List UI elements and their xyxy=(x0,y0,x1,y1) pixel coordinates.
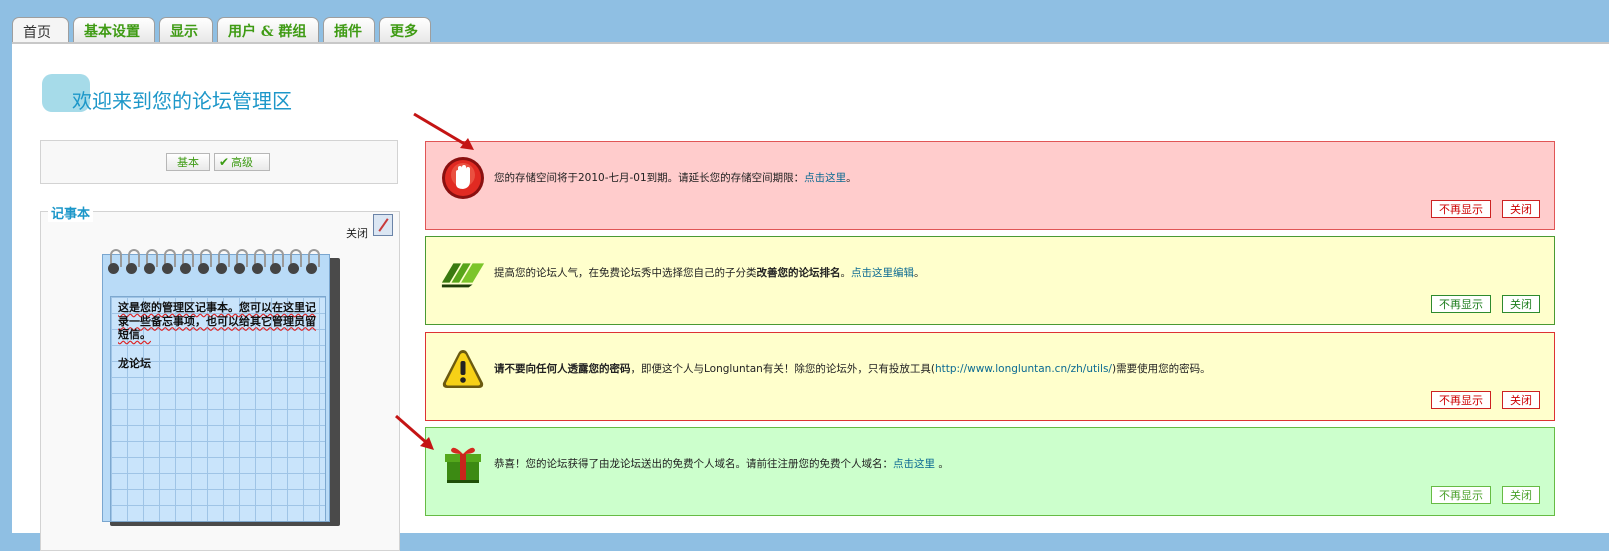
stop-hand-icon xyxy=(440,156,486,200)
annotation-arrow-icon xyxy=(413,112,474,150)
advanced-mode-button[interactable]: ✔ 高级 xyxy=(214,153,270,171)
dont-show-again-button[interactable]: 不再显示 xyxy=(1431,200,1491,218)
notice-link[interactable]: 点击这里编辑 xyxy=(851,267,914,279)
notice-free-domain: 恭喜！您的论坛获得了由龙论坛送出的免费个人域名。请前往注册您的免费个人域名：点击… xyxy=(425,427,1555,516)
notepad-close-label[interactable]: 关闭 xyxy=(346,225,368,241)
notepad-text[interactable]: 这是您的管理区记事本。您可以在这里记录一些备忘事项，也可以给其它管理员留短信。 xyxy=(118,301,323,342)
dont-show-again-button[interactable]: 不再显示 xyxy=(1431,295,1491,313)
tab-plugins[interactable]: 插件 xyxy=(323,17,375,44)
tab-basic-settings[interactable]: 基本设置 xyxy=(73,17,155,44)
close-button[interactable]: 关闭 xyxy=(1502,486,1540,504)
tab-display[interactable]: 显示 xyxy=(159,17,213,44)
close-button[interactable]: 关闭 xyxy=(1502,200,1540,218)
advanced-mode-label: 高级 xyxy=(231,156,254,169)
mode-switch-box: 基本 ✔ 高级 xyxy=(40,140,398,184)
tab-home[interactable]: 首页 xyxy=(12,17,69,45)
warning-icon xyxy=(440,347,486,391)
dont-show-again-button[interactable]: 不再显示 xyxy=(1431,486,1491,504)
notice-text: 您的存储空间将于2010-七月-01到期。请延长您的存储空间期限：点击这里。 xyxy=(494,172,857,184)
notice-storage-expiry: 您的存储空间将于2010-七月-01到期。请延长您的存储空间期限：点击这里。 不… xyxy=(425,141,1555,230)
page-title: 欢迎来到您的论坛管理区 xyxy=(72,89,292,113)
notice-link[interactable]: http://www.longluntan.cn/zh/utils/ xyxy=(935,363,1112,375)
gift-icon xyxy=(440,442,486,486)
notice-text: 恭喜！您的论坛获得了由龙论坛送出的免费个人域名。请前往注册您的免费个人域名：点击… xyxy=(494,458,949,470)
notepad-rings xyxy=(108,249,320,275)
dont-show-again-button[interactable]: 不再显示 xyxy=(1431,391,1491,409)
tab-users-groups[interactable]: 用户 & 群组 xyxy=(217,17,319,44)
basic-mode-button[interactable]: 基本 xyxy=(166,153,210,171)
close-button[interactable]: 关闭 xyxy=(1502,391,1540,409)
notice-link[interactable]: 点击这里 xyxy=(893,458,935,470)
main-panel: 欢迎来到您的论坛管理区 基本 ✔ 高级 记事本 关闭 这是您的管理区记事本。您可以… xyxy=(12,42,1609,551)
notepad-legend: 记事本 xyxy=(48,203,94,222)
tab-bar: 首页 基本设置 显示 用户 & 群组 插件 更多 xyxy=(12,17,431,45)
notepad-close-icon[interactable] xyxy=(373,214,393,236)
check-icon: ✔ xyxy=(219,155,230,169)
notice-link[interactable]: 点击这里 xyxy=(804,172,846,184)
forward-arrows-icon xyxy=(440,251,486,295)
notepad-signature: 龙论坛 xyxy=(118,357,151,370)
notice-password-warning: 请不要向任何人透露您的密码，即便这个人与Longluntan有关！除您的论坛外，… xyxy=(425,332,1555,421)
annotation-arrow-icon xyxy=(395,414,434,450)
tab-more[interactable]: 更多 xyxy=(379,17,431,44)
notice-text: 提高您的论坛人气，在免费论坛秀中选择您自己的子分类改善您的论坛排名。点击这里编辑… xyxy=(494,267,925,279)
close-button[interactable]: 关闭 xyxy=(1502,295,1540,313)
notice-ranking: 提高您的论坛人气，在免费论坛秀中选择您自己的子分类改善您的论坛排名。点击这里编辑… xyxy=(425,236,1555,325)
notice-text: 请不要向任何人透露您的密码，即便这个人与Longluntan有关！除您的论坛外，… xyxy=(494,363,1211,375)
